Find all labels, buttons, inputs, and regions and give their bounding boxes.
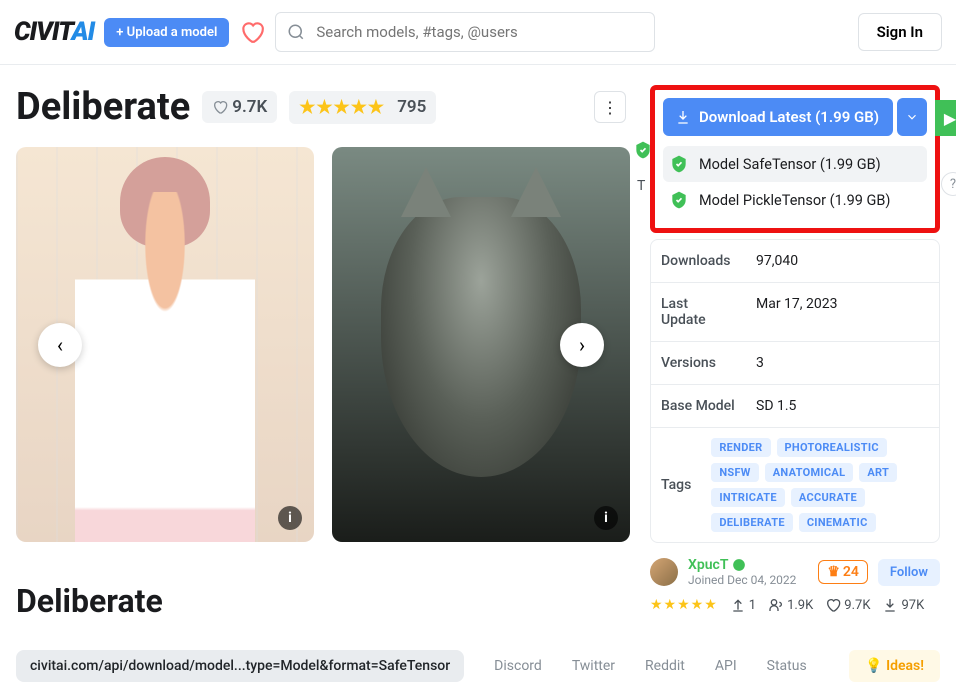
- author-joined: Joined Dec 04, 2022: [688, 573, 808, 587]
- logo[interactable]: CIVITAI: [14, 17, 94, 47]
- table-row: Downloads97,040: [651, 240, 939, 283]
- info-icon[interactable]: i: [594, 506, 618, 530]
- ideas-button[interactable]: 💡 Ideas!: [849, 650, 940, 682]
- footer-link[interactable]: Status: [767, 658, 807, 674]
- tag[interactable]: DELIBERATE: [711, 513, 793, 532]
- stat-likes: 9.7K: [825, 597, 870, 613]
- author-row: XpucT Joined Dec 04, 2022 ♛24 Follow: [650, 557, 940, 587]
- stat-uploads: 1: [730, 597, 756, 613]
- help-button[interactable]: ?: [941, 172, 956, 196]
- tag[interactable]: ART: [859, 463, 897, 482]
- users-icon: [768, 597, 784, 613]
- search-icon: [287, 23, 305, 41]
- download-pickletensor-item[interactable]: Model PickleTensor (1.99 GB): [663, 182, 927, 218]
- download-box: ▶ T ? Download Latest (1.99 GB) Model Sa…: [650, 85, 940, 233]
- footer: civitai.com/api/download/model...type=Mo…: [16, 650, 940, 682]
- author-stats: ★★★★★ 1 1.9K 9.7K 97K: [650, 597, 940, 613]
- follow-button[interactable]: Follow: [878, 559, 940, 586]
- download-safetensor-item[interactable]: Model SafeTensor (1.99 GB): [663, 146, 927, 182]
- likes-pill[interactable]: 9.7K: [202, 91, 277, 123]
- search-wrap: [275, 12, 655, 52]
- download-icon: [882, 597, 898, 613]
- upload-icon: [730, 597, 746, 613]
- section-title: Deliberate: [16, 582, 626, 620]
- heart-icon: [825, 597, 841, 613]
- crown-badge[interactable]: ♛24: [818, 560, 868, 584]
- download-dropdown-button[interactable]: [897, 98, 927, 136]
- tag[interactable]: ANATOMICAL: [765, 463, 854, 482]
- footer-link[interactable]: API: [715, 658, 737, 674]
- author-name[interactable]: XpucT: [688, 557, 808, 573]
- favorites-heart-icon[interactable]: [239, 19, 265, 45]
- model-title: Deliberate: [16, 85, 190, 129]
- avatar[interactable]: [650, 558, 678, 586]
- table-row: Last UpdateMar 17, 2023: [651, 283, 939, 342]
- footer-link[interactable]: Reddit: [645, 658, 685, 674]
- type-letter: T: [637, 178, 645, 194]
- shield-icon: [633, 140, 653, 160]
- run-button[interactable]: ▶: [935, 100, 956, 136]
- table-row: Versions3: [651, 342, 939, 385]
- crown-icon: ♛: [827, 564, 840, 580]
- title-row: Deliberate 9.7K ★★★★★ 795 ⋮: [16, 85, 626, 129]
- download-latest-button[interactable]: Download Latest (1.99 GB): [663, 98, 893, 136]
- gallery-next-button[interactable]: ›: [560, 323, 604, 367]
- shield-icon: [669, 154, 689, 174]
- footer-link[interactable]: Twitter: [572, 658, 615, 674]
- tag[interactable]: NSFW: [711, 463, 758, 482]
- shield-icon: [669, 190, 689, 210]
- search-input[interactable]: [275, 12, 655, 52]
- stars-icon: ★★★★★: [650, 597, 718, 613]
- tag[interactable]: ACCURATE: [791, 488, 865, 507]
- more-menu-button[interactable]: ⋮: [594, 91, 626, 123]
- footer-link[interactable]: Discord: [494, 658, 542, 674]
- tag[interactable]: CINEMATIC: [799, 513, 876, 532]
- tag[interactable]: INTRICATE: [711, 488, 785, 507]
- stat-followers: 1.9K: [768, 597, 813, 613]
- url-badge: civitai.com/api/download/model...type=Mo…: [16, 650, 464, 682]
- verified-icon: [732, 558, 746, 572]
- table-row: TagsRENDERPHOTOREALISTICNSFWANATOMICALAR…: [651, 428, 939, 542]
- table-row: Base ModelSD 1.5: [651, 385, 939, 428]
- stat-downloads: 97K: [882, 597, 924, 613]
- image-gallery: i i ‹ ›: [16, 147, 626, 542]
- info-icon[interactable]: i: [278, 506, 302, 530]
- header: CIVITAI + Upload a model Sign In: [0, 0, 956, 65]
- gallery-prev-button[interactable]: ‹: [38, 323, 82, 367]
- rating-pill[interactable]: ★★★★★ 795: [289, 91, 436, 124]
- sign-in-button[interactable]: Sign In: [858, 13, 942, 51]
- tag[interactable]: PHOTOREALISTIC: [777, 438, 887, 457]
- details-table: Downloads97,040 Last UpdateMar 17, 2023 …: [650, 239, 940, 543]
- upload-model-button[interactable]: + Upload a model: [104, 18, 229, 47]
- tag[interactable]: RENDER: [711, 438, 770, 457]
